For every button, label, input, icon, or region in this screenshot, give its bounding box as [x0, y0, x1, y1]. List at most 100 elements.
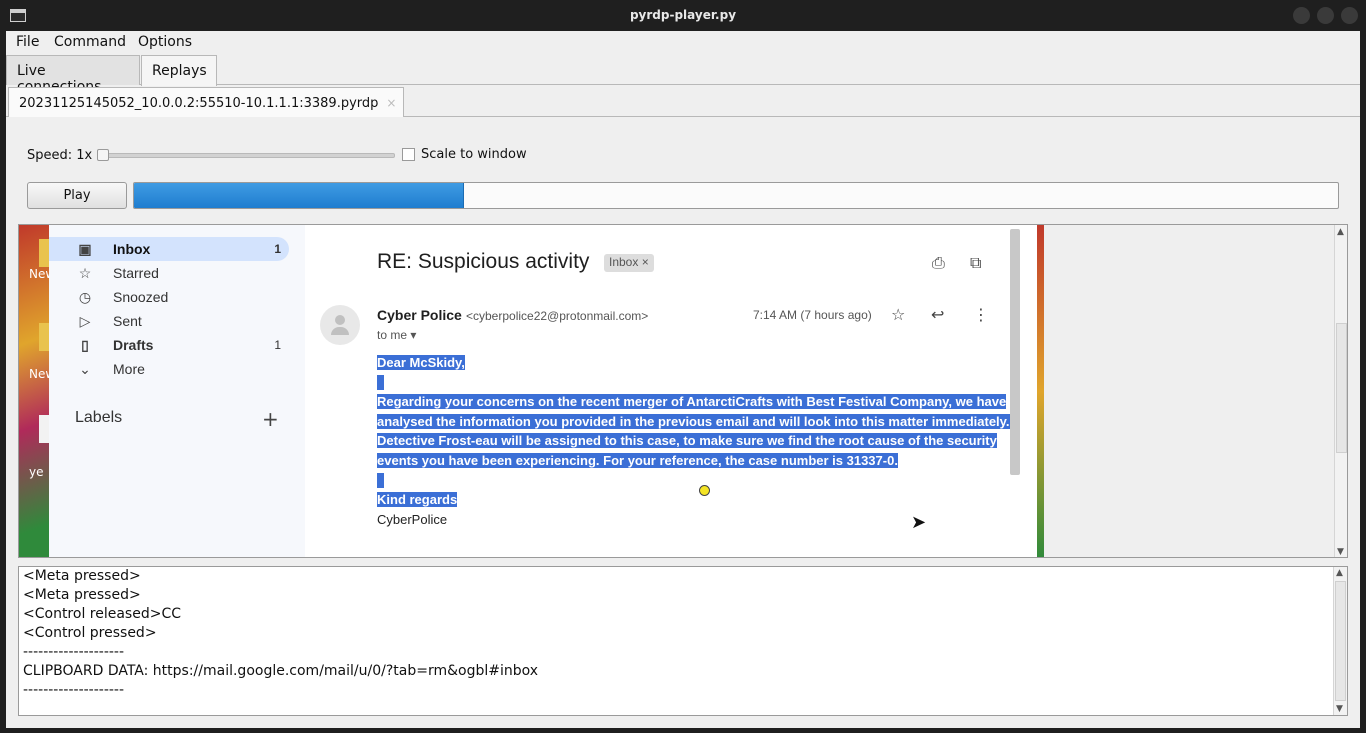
close-tab-icon[interactable]: × [386, 96, 396, 110]
menu-bar: File Command Options [6, 31, 1360, 55]
play-button[interactable]: Play [27, 182, 127, 209]
replay-progress-fill [134, 183, 464, 208]
replay-file-tabs: 20231125145052_10.0.0.2:55510-10.1.1.1:3… [6, 86, 1360, 118]
nav-item-drafts[interactable]: ▯ Drafts 1 [49, 333, 289, 357]
gmail-sidebar: ▣ Inbox 1 ☆ Starred ◷ Snoozed ▷ Sent ▯ D… [49, 225, 305, 557]
main-tabs: Live connections Replays [6, 55, 1360, 95]
log-line: <Control pressed> [23, 625, 157, 641]
email-paragraph-line: Regarding your concerns on the recent me… [377, 394, 1007, 410]
event-log[interactable]: <Meta pressed> <Meta pressed> <Control r… [18, 566, 1348, 716]
scroll-down-icon[interactable]: ▼ [1337, 547, 1344, 557]
nav-item-sent[interactable]: ▷ Sent [49, 309, 289, 333]
remove-label-icon[interactable]: × [642, 255, 649, 269]
chevron-down-icon: ⌄ [79, 361, 91, 377]
email-timestamp: 7:14 AM (7 hours ago) [753, 308, 872, 322]
replay-panel: Speed: 1x Scale to window Play New New y… [8, 117, 1357, 725]
open-new-window-icon[interactable]: ⧉ [970, 253, 981, 273]
recipient-label: to me [377, 328, 408, 342]
menu-options[interactable]: Options [138, 34, 192, 50]
log-line: -------------------- [23, 682, 125, 698]
viewport-scrollbar[interactable]: ▲ ▼ [1334, 225, 1347, 557]
scrollbar-thumb[interactable] [1336, 323, 1347, 453]
draft-icon: ▯ [81, 337, 89, 353]
more-options-icon[interactable]: ⋮ [973, 305, 989, 324]
recipient-details[interactable]: to me ▾ [377, 328, 416, 342]
scale-to-window-checkbox[interactable] [402, 148, 415, 161]
nav-count: 1 [274, 242, 281, 256]
nav-label: Sent [113, 313, 142, 329]
window-titlebar: pyrdp-player.py [0, 0, 1366, 31]
nav-item-inbox[interactable]: ▣ Inbox 1 [49, 237, 289, 261]
remote-desktop-background: New New ye [19, 225, 55, 557]
email-closing: Kind regards [377, 492, 458, 508]
email-scrollbar[interactable] [1010, 229, 1020, 475]
scroll-up-icon[interactable]: ▲ [1336, 568, 1343, 578]
send-icon: ▷ [79, 313, 91, 329]
minimize-button[interactable] [1293, 7, 1310, 24]
desktop-icon-label: ye [29, 465, 44, 479]
clock-icon: ◷ [78, 289, 92, 305]
inbox-icon: ▣ [78, 241, 92, 257]
log-line: CLIPBOARD DATA: https://mail.google.com/… [23, 663, 539, 679]
sender-email: <cyberpolice22@protonmail.com> [466, 309, 649, 323]
scroll-down-icon[interactable]: ▼ [1336, 704, 1343, 714]
nav-label: More [113, 361, 145, 377]
scroll-up-icon[interactable]: ▲ [1337, 227, 1344, 237]
nav-count: 1 [274, 338, 281, 352]
viewport-empty-area [1044, 225, 1334, 557]
nav-label: Snoozed [113, 289, 169, 305]
menu-command[interactable]: Command [54, 34, 126, 50]
log-scrollbar[interactable]: ▲ ▼ [1333, 567, 1347, 715]
print-icon[interactable]: ⎙ [932, 253, 945, 273]
email-paragraph-line: Detective Frost-eau will be assigned to … [377, 433, 997, 449]
desktop-file-icon [39, 415, 49, 443]
replay-viewport[interactable]: New New ye ▣ Inbox 1 ☆ Starred ◷ Snoozed… [18, 224, 1348, 558]
nav-item-more[interactable]: ⌄ More [49, 357, 289, 381]
replay-progress-bar[interactable] [133, 182, 1339, 209]
scale-to-window-label: Scale to window [421, 147, 527, 162]
replay-file-name: 20231125145052_10.0.0.2:55510-10.1.1.1:3… [19, 96, 379, 111]
inbox-chip-label: Inbox [609, 255, 639, 269]
click-indicator [699, 485, 710, 496]
speed-slider-track[interactable] [99, 153, 395, 158]
scrollbar-thumb[interactable] [1335, 581, 1346, 701]
sender-avatar [320, 305, 360, 345]
selected-blank-line [377, 374, 385, 390]
email-signature: CyberPolice [377, 511, 448, 527]
nav-label: Inbox [113, 241, 151, 257]
tab-live-connections[interactable]: Live connections [6, 55, 140, 95]
close-button[interactable] [1341, 7, 1358, 24]
email-paragraph-line: analysed the information you provided in… [377, 413, 1010, 429]
selected-blank-line [377, 472, 385, 488]
nav-label: Starred [113, 265, 159, 281]
log-line: -------------------- [23, 644, 125, 660]
tab-replay-file[interactable]: 20231125145052_10.0.0.2:55510-10.1.1.1:3… [8, 87, 404, 118]
nav-item-snoozed[interactable]: ◷ Snoozed [49, 285, 289, 309]
window-title: pyrdp-player.py [629, 8, 737, 22]
mouse-cursor-icon: ➤ [911, 512, 927, 533]
email-paragraph-line: events you have been experiencing. For y… [377, 452, 898, 468]
add-label-icon[interactable]: + [262, 407, 279, 431]
maximize-button[interactable] [1317, 7, 1334, 24]
nav-label: Drafts [113, 337, 154, 353]
nav-item-starred[interactable]: ☆ Starred [49, 261, 289, 285]
star-icon[interactable]: ☆ [891, 305, 905, 324]
speed-slider-handle[interactable] [97, 149, 109, 161]
email-body[interactable]: Dear McSkidy, Regarding your concerns on… [377, 353, 1010, 529]
log-line: <Meta pressed> [23, 568, 141, 584]
menu-file[interactable]: File [16, 34, 39, 50]
remote-desktop-edge [1037, 225, 1044, 557]
desktop-folder-icon [39, 323, 49, 351]
log-line: <Meta pressed> [23, 587, 141, 603]
email-subject: RE: Suspicious activity [377, 250, 590, 273]
log-line: <Control released>CC [23, 606, 182, 622]
sender-name: Cyber Police [377, 307, 462, 323]
chevron-down-icon: ▾ [410, 328, 417, 342]
inbox-label-chip[interactable]: Inbox × [604, 254, 654, 272]
star-icon: ☆ [78, 265, 92, 281]
app-window: File Command Options Live connections Re… [6, 31, 1360, 728]
email-view: RE: Suspicious activity Inbox × ⎙ ⧉ Cybe… [305, 225, 1037, 557]
reply-icon[interactable]: ↩ [931, 305, 944, 324]
tab-replays[interactable]: Replays [141, 55, 217, 86]
email-greeting: Dear McSkidy, [377, 355, 465, 370]
